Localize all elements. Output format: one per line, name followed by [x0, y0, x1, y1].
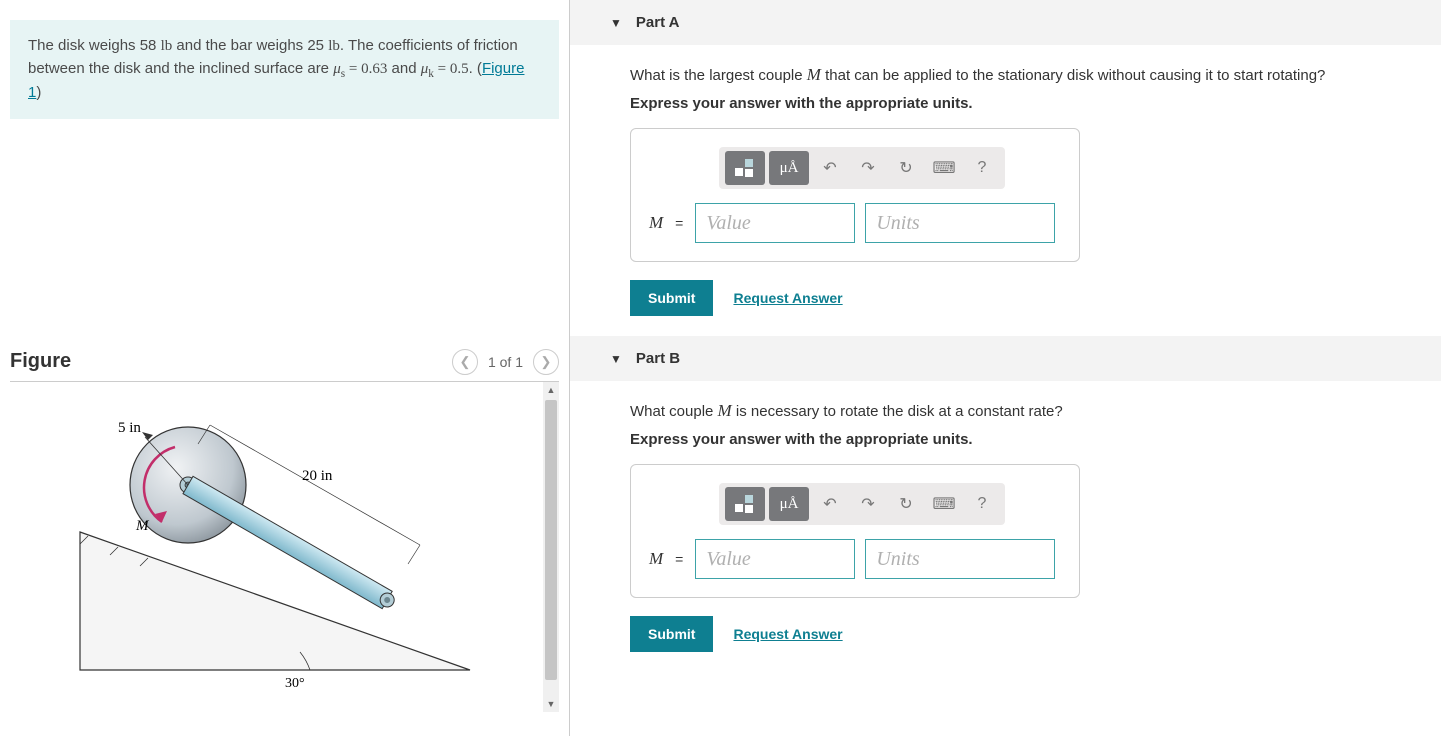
text: What couple	[630, 403, 718, 420]
answer-box: μÅ ↶ ↷ ↻ ⌨ ? M =	[630, 128, 1080, 262]
answer-toolbar: μÅ ↶ ↷ ↻ ⌨ ?	[719, 147, 1005, 189]
input-row: M =	[649, 203, 1061, 243]
next-figure-button[interactable]: ❯	[533, 349, 559, 375]
special-chars-button[interactable]: μÅ	[769, 151, 809, 185]
input-row: M =	[649, 539, 1061, 579]
figure-diagram: 5 in 20 in 30° M	[70, 402, 490, 712]
part-header[interactable]: ▼ Part A	[570, 0, 1441, 45]
variable-m: M	[807, 65, 821, 84]
part-b: ▼ Part B What couple M is necessary to r…	[570, 336, 1441, 652]
disk-weight: 58	[140, 37, 161, 54]
part-title: Part B	[636, 350, 680, 367]
text: The disk weighs	[28, 37, 140, 54]
text: and the bar weighs	[172, 37, 307, 54]
submit-row: Submit Request Answer	[630, 280, 1441, 316]
submit-row: Submit Request Answer	[630, 616, 1441, 652]
units-input[interactable]	[865, 203, 1055, 243]
figure-title: Figure	[10, 350, 71, 373]
submit-button[interactable]: Submit	[630, 616, 713, 652]
help-icon[interactable]: ?	[965, 153, 999, 183]
mu-k-value: 0.5	[450, 61, 469, 77]
variable-m: M	[718, 401, 732, 420]
dim-radius: 5 in	[118, 420, 141, 436]
scroll-down-icon[interactable]: ▼	[545, 698, 557, 710]
figure-section: Figure ❮ 1 of 1 ❯	[10, 349, 559, 712]
eq: =	[345, 61, 361, 77]
reset-icon[interactable]: ↻	[889, 489, 923, 519]
unit-lb: lb	[161, 38, 173, 54]
part-a: ▼ Part A What is the largest couple M th…	[570, 0, 1441, 316]
keyboard-icon[interactable]: ⌨	[927, 489, 961, 519]
units-input[interactable]	[865, 539, 1055, 579]
keyboard-icon[interactable]: ⌨	[927, 153, 961, 183]
part-title: Part A	[636, 14, 680, 31]
part-body: What is the largest couple M that can be…	[570, 45, 1441, 316]
prev-figure-button[interactable]: ❮	[452, 349, 478, 375]
special-chars-button[interactable]: μÅ	[769, 487, 809, 521]
text: that can be applied to the stationary di…	[821, 67, 1325, 84]
value-input[interactable]	[695, 203, 855, 243]
figure-header: Figure ❮ 1 of 1 ❯	[10, 349, 559, 382]
value-input[interactable]	[695, 539, 855, 579]
reset-icon[interactable]: ↻	[889, 153, 923, 183]
text: and	[387, 60, 420, 77]
scroll-up-icon[interactable]: ▲	[545, 384, 557, 396]
templates-icon[interactable]	[725, 151, 765, 185]
figure-scrollbar[interactable]: ▲ ▼	[543, 382, 559, 712]
help-icon[interactable]: ?	[965, 489, 999, 519]
var-label: M	[649, 549, 663, 569]
request-answer-link[interactable]: Request Answer	[733, 626, 842, 642]
answer-box: μÅ ↶ ↷ ↻ ⌨ ? M =	[630, 464, 1080, 598]
request-answer-link[interactable]: Request Answer	[733, 290, 842, 306]
submit-button[interactable]: Submit	[630, 280, 713, 316]
figure-nav: ❮ 1 of 1 ❯	[452, 349, 559, 375]
question-text: What is the largest couple M that can be…	[630, 65, 1441, 85]
undo-icon[interactable]: ↶	[813, 489, 847, 519]
scroll-thumb[interactable]	[545, 400, 557, 680]
undo-icon[interactable]: ↶	[813, 153, 847, 183]
eq: =	[434, 61, 450, 77]
text: is necessary to rotate the disk at a con…	[732, 403, 1063, 420]
dim-bar: 20 in	[302, 468, 333, 484]
figure-body: 5 in 20 in 30° M ▲ ▼	[10, 382, 559, 712]
figure-counter: 1 of 1	[488, 354, 523, 370]
instruction: Express your answer with the appropriate…	[630, 431, 1441, 448]
mu-s-symbol: μ	[333, 61, 341, 77]
mu-a-label: μÅ	[780, 496, 799, 513]
unit-lb: lb	[328, 38, 340, 54]
text: )	[36, 84, 41, 101]
part-header[interactable]: ▼ Part B	[570, 336, 1441, 381]
right-pane: ▼ Part A What is the largest couple M th…	[570, 0, 1441, 736]
instruction: Express your answer with the appropriate…	[630, 95, 1441, 112]
equals: =	[675, 551, 683, 567]
redo-icon[interactable]: ↷	[851, 153, 885, 183]
var-label: M	[649, 213, 663, 233]
equals: =	[675, 215, 683, 231]
bar-weight: 25	[307, 37, 328, 54]
left-pane: The disk weighs 58 lb and the bar weighs…	[0, 0, 570, 736]
caret-down-icon: ▼	[610, 16, 622, 30]
part-body: What couple M is necessary to rotate the…	[570, 381, 1441, 652]
moment-label: M	[135, 518, 150, 534]
text: What is the largest couple	[630, 67, 807, 84]
answer-toolbar: μÅ ↶ ↷ ↻ ⌨ ?	[719, 483, 1005, 525]
dim-angle: 30°	[285, 676, 305, 691]
text: . (	[469, 60, 482, 77]
mu-s-value: 0.63	[361, 61, 387, 77]
mu-a-label: μÅ	[780, 160, 799, 177]
question-text: What couple M is necessary to rotate the…	[630, 401, 1441, 421]
redo-icon[interactable]: ↷	[851, 489, 885, 519]
problem-statement: The disk weighs 58 lb and the bar weighs…	[10, 20, 559, 119]
caret-down-icon: ▼	[610, 352, 622, 366]
templates-icon[interactable]	[725, 487, 765, 521]
